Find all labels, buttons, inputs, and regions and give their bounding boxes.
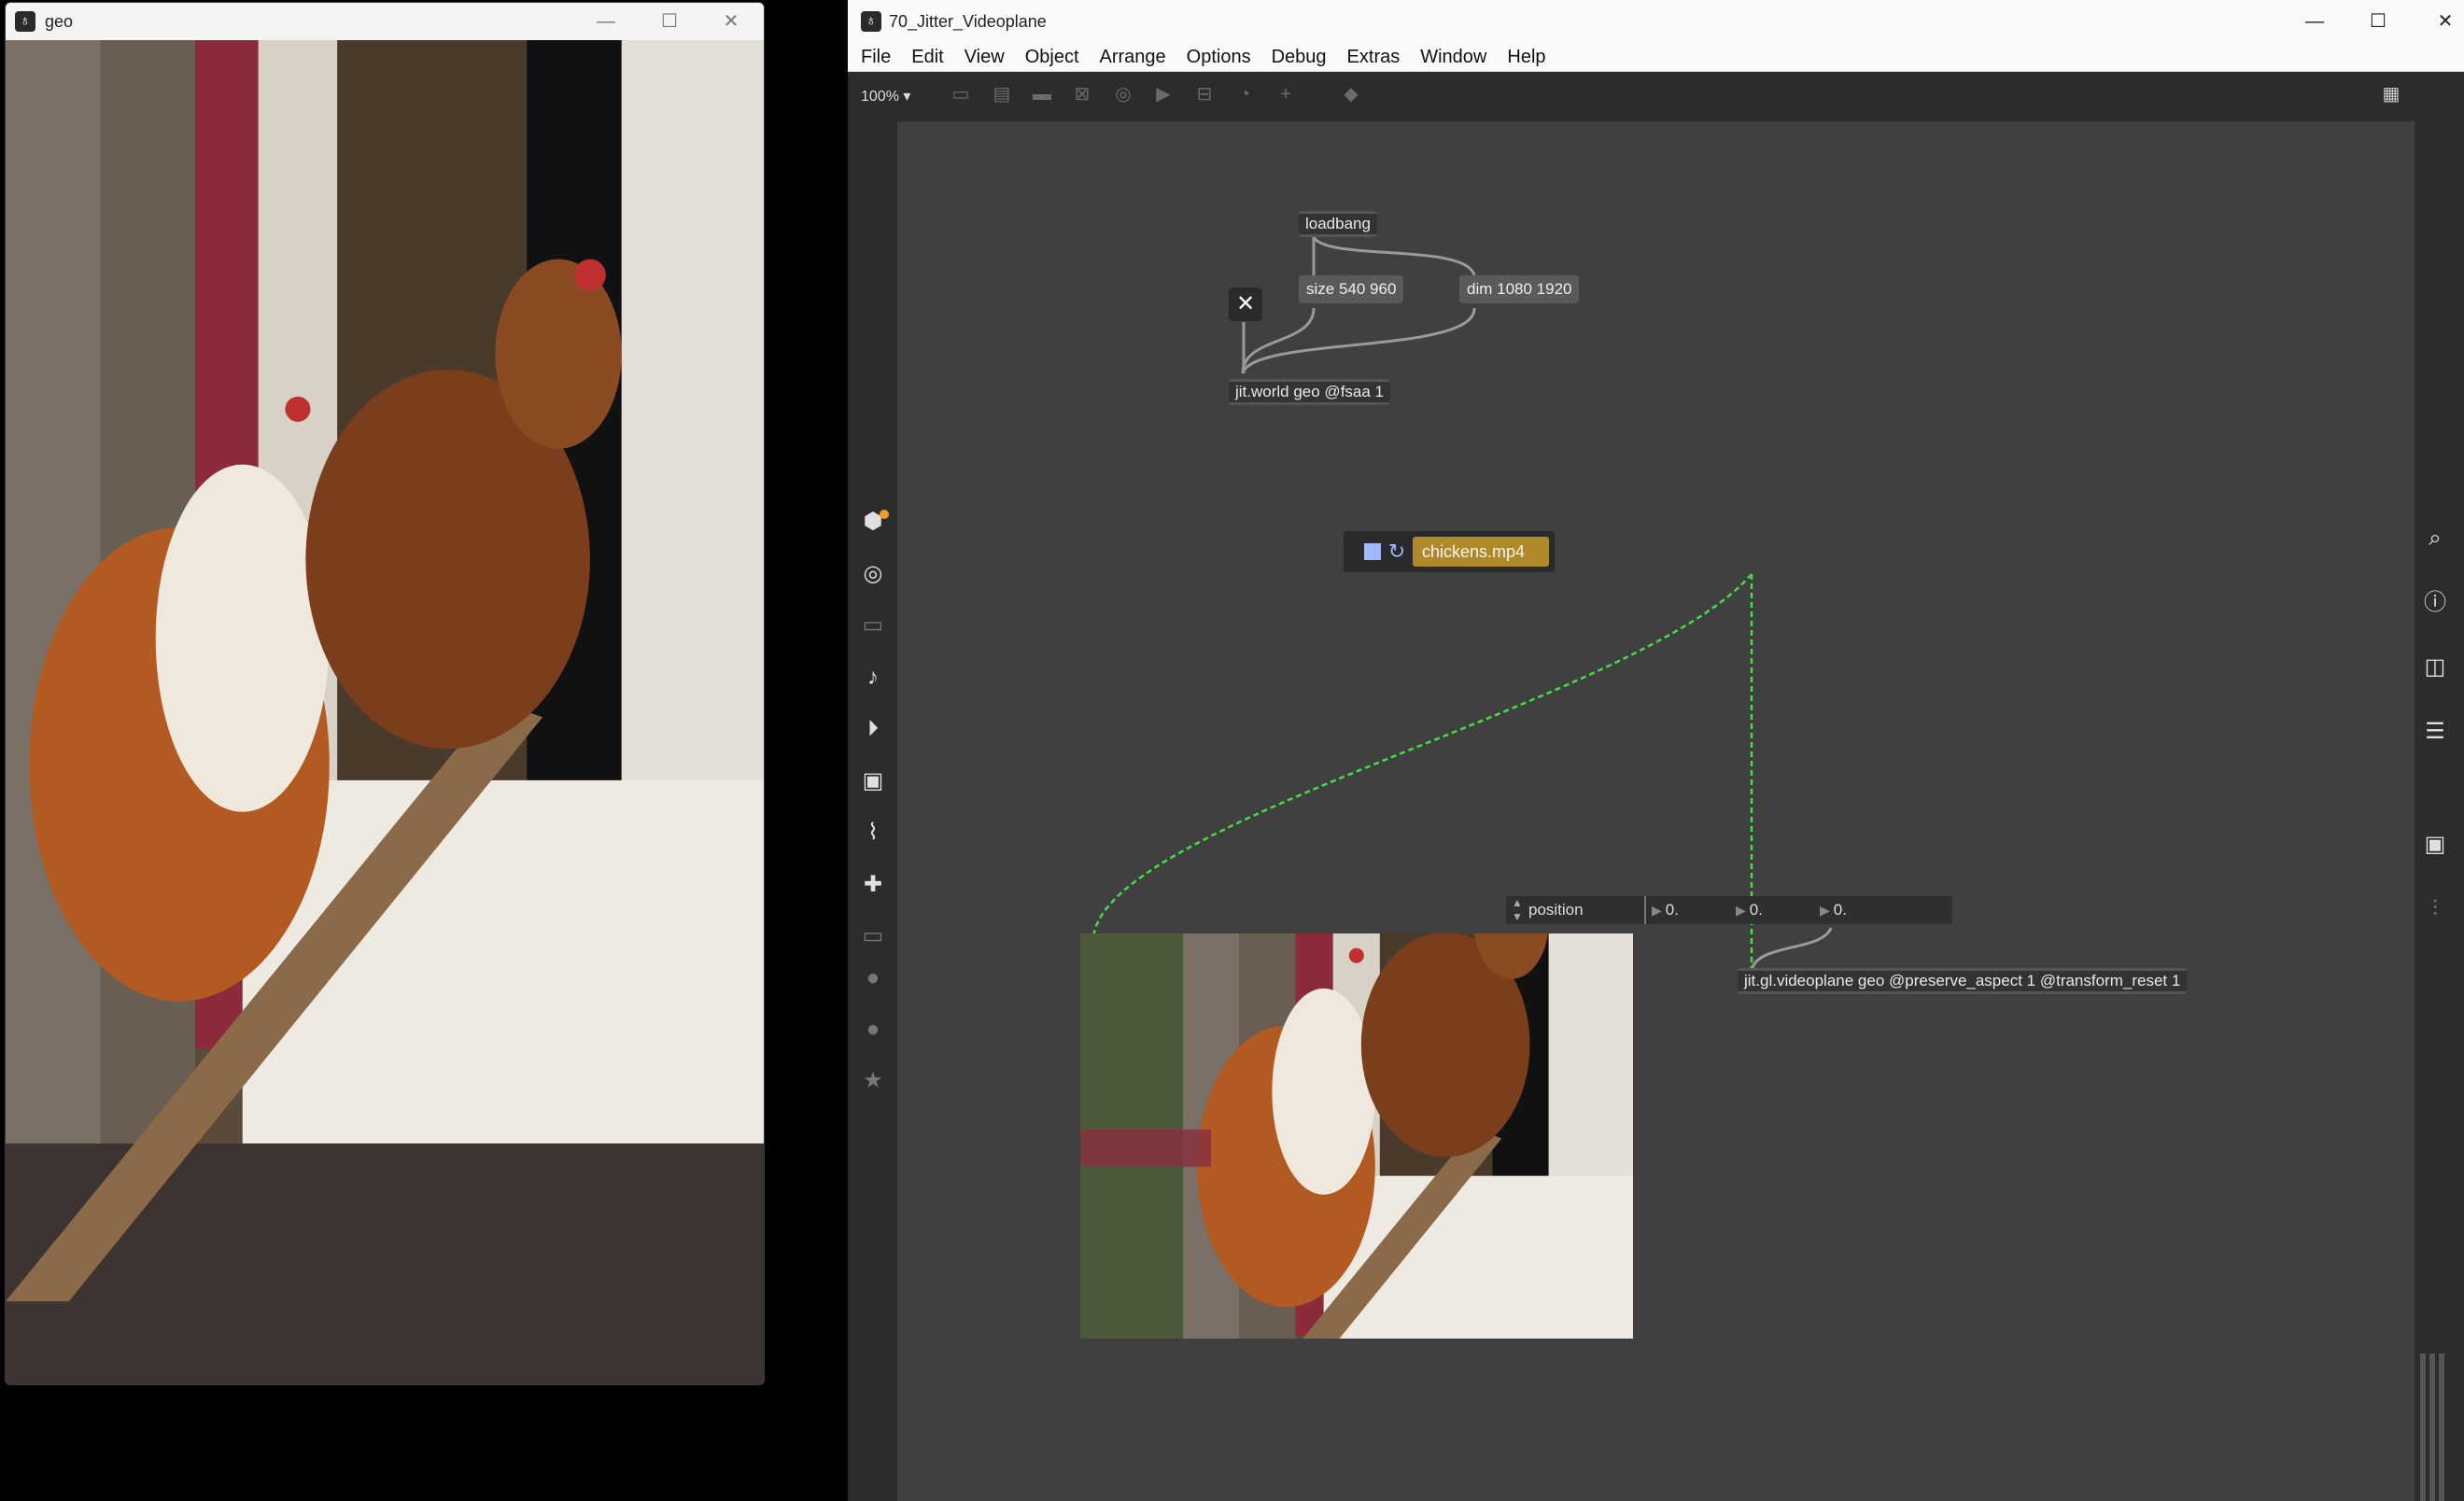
close-window-button[interactable]: ✕ <box>1229 288 1262 321</box>
list-icon[interactable]: ☰ <box>2421 718 2449 746</box>
video-cord-to-preview <box>1091 573 1753 939</box>
snapshot-icon[interactable]: ▣ <box>2421 831 2449 859</box>
media-play-icon[interactable]: ⏵ <box>859 715 887 743</box>
chickens-video-frame <box>6 40 764 1384</box>
music-note-icon[interactable]: ♪ <box>859 664 887 692</box>
position-z-value[interactable]: 0. <box>1834 901 1847 919</box>
browser-icon[interactable]: ▭ <box>859 611 887 639</box>
columns-icon[interactable]: ◫ <box>2421 653 2449 681</box>
object-box-icon[interactable]: ▭ <box>949 82 973 106</box>
attrui-divider <box>1644 896 1646 924</box>
menu-window[interactable]: Window <box>1410 43 1497 71</box>
menu-help[interactable]: Help <box>1497 43 1556 71</box>
device-icon[interactable]: ▭ <box>859 922 887 950</box>
jit-pwindow-preview[interactable] <box>1080 933 1633 1339</box>
patcher-window: ♁ 70_Jitter_Videoplane — ☐ ✕ File Edit Vie… <box>848 0 2464 1501</box>
bang-icon[interactable]: ◎ <box>1111 82 1135 106</box>
vimeo-icon[interactable]: ● <box>859 964 887 992</box>
max-logo-icon: ♁ <box>15 11 35 32</box>
paperclip-icon[interactable]: ⌇ <box>859 819 887 847</box>
notification-dot-icon <box>880 510 889 519</box>
cord-loadbang-to-dim <box>1312 236 1476 276</box>
right-sidebar <box>2415 121 2464 1501</box>
slider-icon[interactable]: ⊟ <box>1192 82 1217 106</box>
chickens-preview-frame <box>1080 933 1633 1339</box>
dim-message[interactable]: dim 1080 1920 <box>1459 275 1580 303</box>
stop-icon[interactable] <box>1364 543 1381 560</box>
search-icon[interactable]: ⌕ <box>2421 525 2449 553</box>
menu-extras[interactable]: Extras <box>1337 43 1411 71</box>
button-icon[interactable]: ▶ <box>1151 82 1176 106</box>
menu-options[interactable]: Options <box>1176 43 1261 71</box>
max-logo-icon: ♁ <box>861 11 881 32</box>
paint-bucket-icon[interactable]: ◆ <box>1339 82 1363 106</box>
attr-arrows-icon: ▲ ▼ <box>1512 896 1523 923</box>
jit-world-object[interactable]: jit.world geo @fsaa 1 <box>1229 379 1391 405</box>
minimize-button[interactable]: — <box>583 3 629 40</box>
position-attrui[interactable]: ▲ ▼ position ▶ 0. ▶ 0. ▶ 0. <box>1506 896 1952 924</box>
menu-bar: File Edit View Object Arrange Options Debug Ext… <box>848 43 2464 72</box>
dial-icon[interactable]: ◔ <box>1232 82 1257 106</box>
jit-playlist-object[interactable]: ↻ chickens.mp4 <box>1344 531 1555 572</box>
position-x-value[interactable]: 0. <box>1666 901 1679 919</box>
add-icon[interactable]: + <box>1274 82 1298 106</box>
geo-render-view[interactable] <box>6 40 764 1384</box>
zoom-dropdown[interactable]: 100% ▾ <box>861 87 910 105</box>
movie-clip-label[interactable]: chickens.mp4 <box>1413 537 1549 567</box>
message-box-icon[interactable]: ▤ <box>990 82 1014 106</box>
patcher-canvas[interactable]: loadbang size 540 960 dim 1080 1920 ✕ ji… <box>897 121 2415 1501</box>
menu-edit[interactable]: Edit <box>901 43 953 71</box>
maximize-button[interactable]: ☐ <box>646 3 693 40</box>
size-message[interactable]: size 540 960 <box>1299 275 1404 303</box>
target-icon[interactable]: ◎ <box>859 560 887 588</box>
maximize-button[interactable]: ☐ <box>2355 3 2401 40</box>
zoom-value: 100% <box>861 89 899 105</box>
jit-gl-videoplane-object[interactable]: jit.gl.videoplane geo @preserve_aspect 1… <box>1738 968 2188 994</box>
menu-view[interactable]: View <box>954 43 1015 71</box>
position-y-value[interactable]: 0. <box>1750 901 1763 919</box>
geo-title-bar[interactable]: ♁ geo — ☐ ✕ <box>6 3 764 40</box>
help-icon[interactable]: ● <box>859 1016 887 1044</box>
plugin-icon[interactable]: ✚ <box>859 871 887 899</box>
cord-position-to-videoplane <box>1750 927 1833 972</box>
geo-window-title: geo <box>45 12 74 31</box>
info-icon[interactable]: ⓘ <box>2421 589 2449 617</box>
menu-arrange[interactable]: Arrange <box>1090 43 1176 71</box>
geo-window: ♁ geo — ☐ ✕ <box>5 2 765 1385</box>
left-sidebar <box>848 121 897 1501</box>
level-meter <box>2420 1354 2446 1501</box>
menu-debug[interactable]: Debug <box>1261 43 1337 71</box>
position-label: position <box>1528 901 1584 919</box>
comment-icon[interactable]: ▬ <box>1030 82 1054 106</box>
menu-file[interactable]: File <box>851 43 901 71</box>
mixer-icon[interactable]: ⫶ <box>2421 895 2449 923</box>
toggle-icon[interactable]: ⊠ <box>1070 82 1094 106</box>
patcher-title-bar[interactable]: ♁ 70_Jitter_Videoplane — ☐ ✕ <box>848 0 2464 43</box>
loop-icon[interactable]: ↻ <box>1386 538 1408 566</box>
minimize-button[interactable]: — <box>2291 3 2338 40</box>
loadbang-object[interactable]: loadbang <box>1299 211 1377 237</box>
close-button[interactable]: ✕ <box>708 3 754 40</box>
patcher-window-title: 70_Jitter_Videoplane <box>889 12 1047 31</box>
image-icon[interactable]: ▣ <box>859 767 887 795</box>
star-icon[interactable]: ★ <box>859 1067 887 1095</box>
grid-icon[interactable]: ▦ <box>2379 82 2403 106</box>
menu-object[interactable]: Object <box>1015 43 1090 71</box>
close-button[interactable]: ✕ <box>2422 3 2464 40</box>
